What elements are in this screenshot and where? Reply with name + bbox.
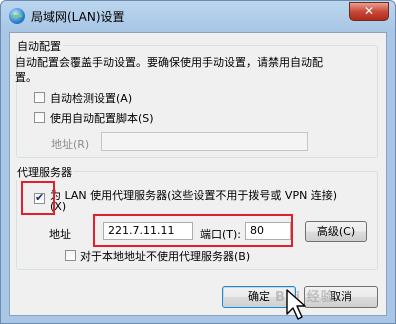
auto-config-legend: 自动配置 bbox=[15, 38, 63, 54]
proxy-address-label: 地址 bbox=[49, 228, 71, 241]
lan-settings-window: 局域网(LAN)设置 ✕ 自动配置 自动配置会覆盖手动设置。要确保使用手动设置，… bbox=[0, 0, 396, 324]
use-script-checkbox[interactable] bbox=[34, 112, 45, 123]
advanced-button[interactable]: 高级(C) bbox=[305, 221, 367, 242]
auto-detect-checkbox[interactable] bbox=[34, 92, 45, 103]
mouse-cursor-icon bbox=[286, 289, 306, 320]
proxy-server-legend: 代理服务器 bbox=[15, 164, 74, 180]
close-button[interactable]: ✕ bbox=[349, 2, 389, 21]
script-address-input[interactable] bbox=[101, 132, 308, 151]
bypass-local-checkbox[interactable] bbox=[65, 250, 76, 261]
network-globe-icon bbox=[9, 8, 25, 24]
bypass-local-label[interactable]: 对于本地地址不使用代理服务器(B) bbox=[80, 248, 250, 264]
use-script-label[interactable]: 使用自动配置脚本(S) bbox=[50, 110, 154, 126]
close-icon: ✕ bbox=[363, 4, 375, 18]
auto-config-group: 自动配置 自动配置会覆盖手动设置。要确保使用手动设置，请禁用自动配 置。 自动检… bbox=[15, 38, 378, 158]
checkbox-highlight-box bbox=[21, 181, 55, 215]
window-title: 局域网(LAN)设置 bbox=[31, 10, 125, 24]
auto-config-description-line1: 自动配置会覆盖手动设置。要确保使用手动设置，请禁用自动配 bbox=[15, 56, 323, 69]
script-address-label: 地址(R) bbox=[51, 138, 90, 151]
use-proxy-label-line1[interactable]: 为 LAN 使用代理服务器(这些设置不用于拨号或 VPN 连接) bbox=[50, 187, 337, 203]
auto-config-description-line2: 置。 bbox=[15, 71, 37, 84]
auto-detect-label[interactable]: 自动检测设置(A) bbox=[50, 90, 132, 106]
title-bar[interactable]: 局域网(LAN)设置 ✕ bbox=[1, 1, 395, 31]
dialog-content: 自动配置 自动配置会覆盖手动设置。要确保使用手动设置，请禁用自动配 置。 自动检… bbox=[9, 32, 387, 316]
proxy-fields-highlight-box bbox=[93, 214, 293, 247]
